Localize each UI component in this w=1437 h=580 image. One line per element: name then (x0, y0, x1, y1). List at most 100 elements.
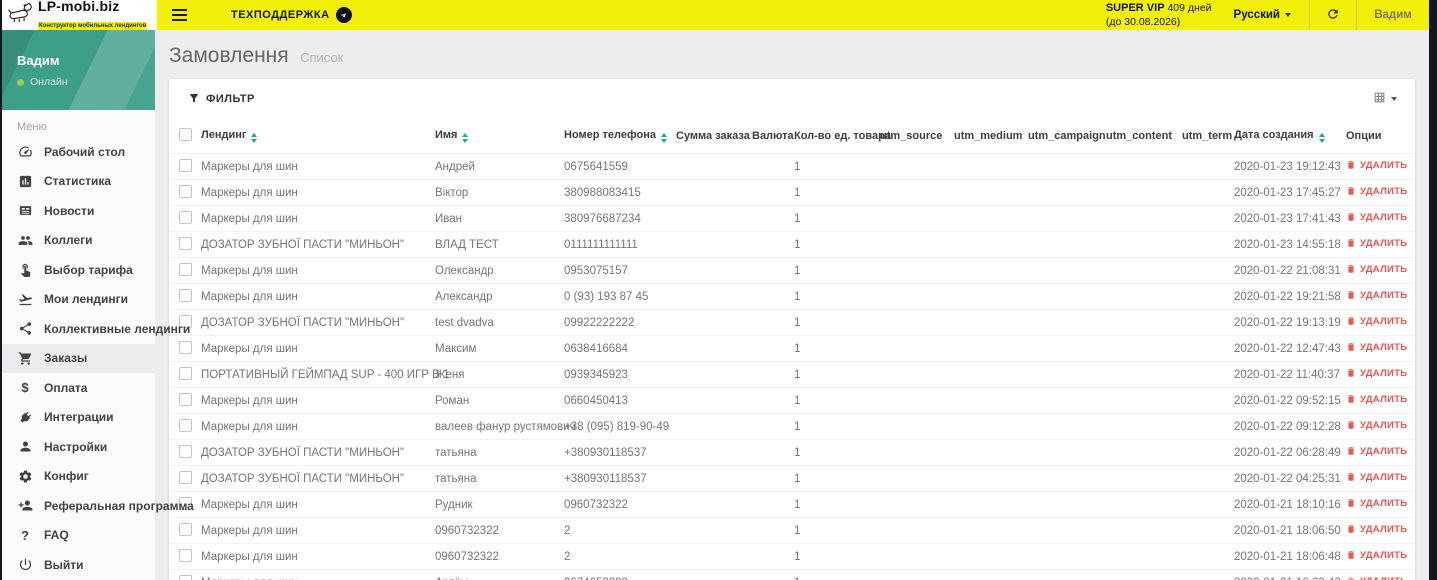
table-body: Маркеры для шин Андрей 0675641559 1 2020-01-… (169, 153, 1415, 580)
menu-toggle-button[interactable] (170, 5, 189, 25)
sort-arrows-icon[interactable] (660, 133, 667, 143)
cell-qty: 1 (786, 517, 872, 544)
delete-button[interactable]: УДАЛИТЬ (1346, 472, 1407, 483)
table-header-row: Лендинг Имя Номер телефона Сумма заказа Валю… (169, 119, 1415, 154)
select-all-checkbox[interactable] (179, 128, 192, 141)
row-checkbox[interactable] (179, 392, 192, 406)
delete-button[interactable]: УДАЛИТЬ (1346, 186, 1407, 197)
cell-currency (744, 335, 786, 362)
cell-qty: 1 (786, 465, 872, 492)
delete-button[interactable]: УДАЛИТЬ (1346, 264, 1407, 275)
sidebar-item-config[interactable]: Конфиг (2, 462, 155, 492)
cell-utm_content (1098, 205, 1174, 232)
row-checkbox[interactable] (179, 470, 192, 484)
dollar-icon: $ (21, 380, 29, 396)
delete-button[interactable]: УДАЛИТЬ (1346, 446, 1407, 457)
sidebar-item-colleagues[interactable]: Коллеги (2, 226, 155, 256)
plug-icon (17, 409, 33, 425)
vertical-scrollbar[interactable] (1429, 0, 1437, 580)
sidebar-item-faq[interactable]: ? FAQ (2, 521, 155, 551)
sidebar-user-panel: Вадим Онлайн (2, 30, 155, 110)
delete-button[interactable]: УДАЛИТЬ (1346, 160, 1407, 171)
row-checkbox[interactable] (179, 184, 192, 198)
sidebar-item-dashboard[interactable]: Рабочий стол (2, 137, 155, 167)
row-checkbox[interactable] (179, 288, 192, 302)
sidebar-item-statistics[interactable]: Статистика (2, 167, 155, 197)
cell-utm_campaign (1020, 439, 1098, 466)
row-checkbox[interactable] (179, 236, 192, 250)
row-checkbox[interactable] (179, 262, 192, 276)
delete-button[interactable]: УДАЛИТЬ (1346, 368, 1407, 379)
table-row: Маркеры для шинАртём0674653898 1 2020-01-2… (169, 569, 1415, 580)
language-select[interactable]: Русский (1228, 0, 1309, 30)
delete-button[interactable]: УДАЛИТЬ (1346, 576, 1407, 580)
cell-sum (668, 439, 744, 466)
delete-button[interactable]: УДАЛИТЬ (1346, 212, 1407, 223)
cell-utm_term (1174, 205, 1226, 232)
sidebar-item-logout[interactable]: Выйти (2, 550, 155, 580)
column-header-landing[interactable]: Лендинг (193, 119, 427, 154)
row-checkbox[interactable] (179, 548, 192, 562)
delete-button[interactable]: УДАЛИТЬ (1346, 498, 1407, 509)
touch-hand-icon (17, 262, 33, 278)
delete-button[interactable]: УДАЛИТЬ (1346, 420, 1407, 431)
logo[interactable]: LP-mobi.biz Конструктор мобильных лендин… (2, 0, 157, 30)
sort-arrows-icon[interactable] (462, 133, 469, 143)
cell-currency (744, 257, 786, 284)
column-header-currency: Валюта (752, 130, 794, 142)
trash-icon (1348, 525, 1354, 533)
row-checkbox[interactable] (179, 366, 192, 380)
row-checkbox[interactable] (179, 158, 192, 172)
delete-button[interactable]: УДАЛИТЬ (1346, 342, 1407, 353)
row-checkbox[interactable] (179, 444, 192, 458)
cell-sum (668, 283, 744, 310)
sort-arrows-icon[interactable] (1318, 133, 1325, 143)
cell-qty: 1 (786, 491, 872, 518)
row-checkbox[interactable] (179, 210, 192, 224)
sort-arrows-icon[interactable] (251, 133, 258, 143)
cell-utm_term (1174, 387, 1226, 414)
sidebar-item-tariff[interactable]: Выбор тарифа (2, 255, 155, 285)
cell-utm_term (1174, 413, 1226, 440)
column-header-phone[interactable]: Номер телефона (556, 119, 668, 154)
cell-currency (744, 283, 786, 310)
filter-button[interactable]: ФИЛЬТР (188, 92, 255, 107)
row-checkbox[interactable] (179, 418, 192, 432)
sidebar-item-referral[interactable]: Реферальная программа (2, 491, 194, 521)
column-header-name[interactable]: Имя (427, 119, 556, 154)
cell-utm_content (1098, 439, 1174, 466)
cell-created: 2020-01-21 18:10:16 (1226, 491, 1341, 518)
sidebar-item-news[interactable]: Новости (2, 196, 155, 226)
row-checkbox[interactable] (179, 574, 192, 580)
delete-button[interactable]: УДАЛИТЬ (1346, 290, 1407, 301)
sidebar-item-collective-landings[interactable]: Коллективные лендинги (2, 314, 190, 344)
cell-qty: 1 (786, 283, 872, 310)
delete-button[interactable]: УДАЛИТЬ (1346, 524, 1407, 535)
support-button[interactable]: ТЕХПОДДЕРЖКА (231, 7, 352, 23)
cell-sum (668, 517, 744, 544)
page-title: Замовлення (169, 44, 289, 67)
delete-button[interactable]: УДАЛИТЬ (1346, 394, 1407, 405)
delete-button[interactable]: УДАЛИТЬ (1346, 550, 1407, 561)
sidebar-item-integrations[interactable]: Интеграции (2, 403, 155, 433)
sidebar-item-orders[interactable]: Заказы (2, 343, 155, 373)
sidebar-item-settings[interactable]: Настройки (2, 432, 155, 462)
refresh-button[interactable] (1310, 0, 1356, 30)
sidebar-item-payment[interactable]: $ Оплата (2, 373, 155, 403)
cell-currency (744, 569, 786, 580)
trash-icon (1348, 213, 1354, 221)
row-checkbox[interactable] (179, 340, 192, 354)
cell-currency (744, 491, 786, 518)
delete-button[interactable]: УДАЛИТЬ (1346, 238, 1407, 249)
cell-utm_content (1098, 361, 1174, 388)
cell-utm_campaign (1020, 231, 1098, 258)
columns-toggle-button[interactable] (1373, 91, 1397, 107)
row-checkbox[interactable] (179, 522, 192, 536)
column-header-created[interactable]: Дата создания (1226, 119, 1338, 154)
cell-landing: ДОЗАТОР ЗУБНОЇ ПАСТИ "МИНЬОН" (193, 465, 427, 492)
topbar-user-button[interactable]: Вадим (1357, 0, 1429, 30)
sidebar-item-label: Коллеги (44, 233, 93, 248)
cell-utm_medium (946, 231, 1020, 258)
sidebar-item-my-landings[interactable]: Мои лендинги (2, 285, 155, 315)
delete-button[interactable]: УДАЛИТЬ (1346, 316, 1407, 327)
